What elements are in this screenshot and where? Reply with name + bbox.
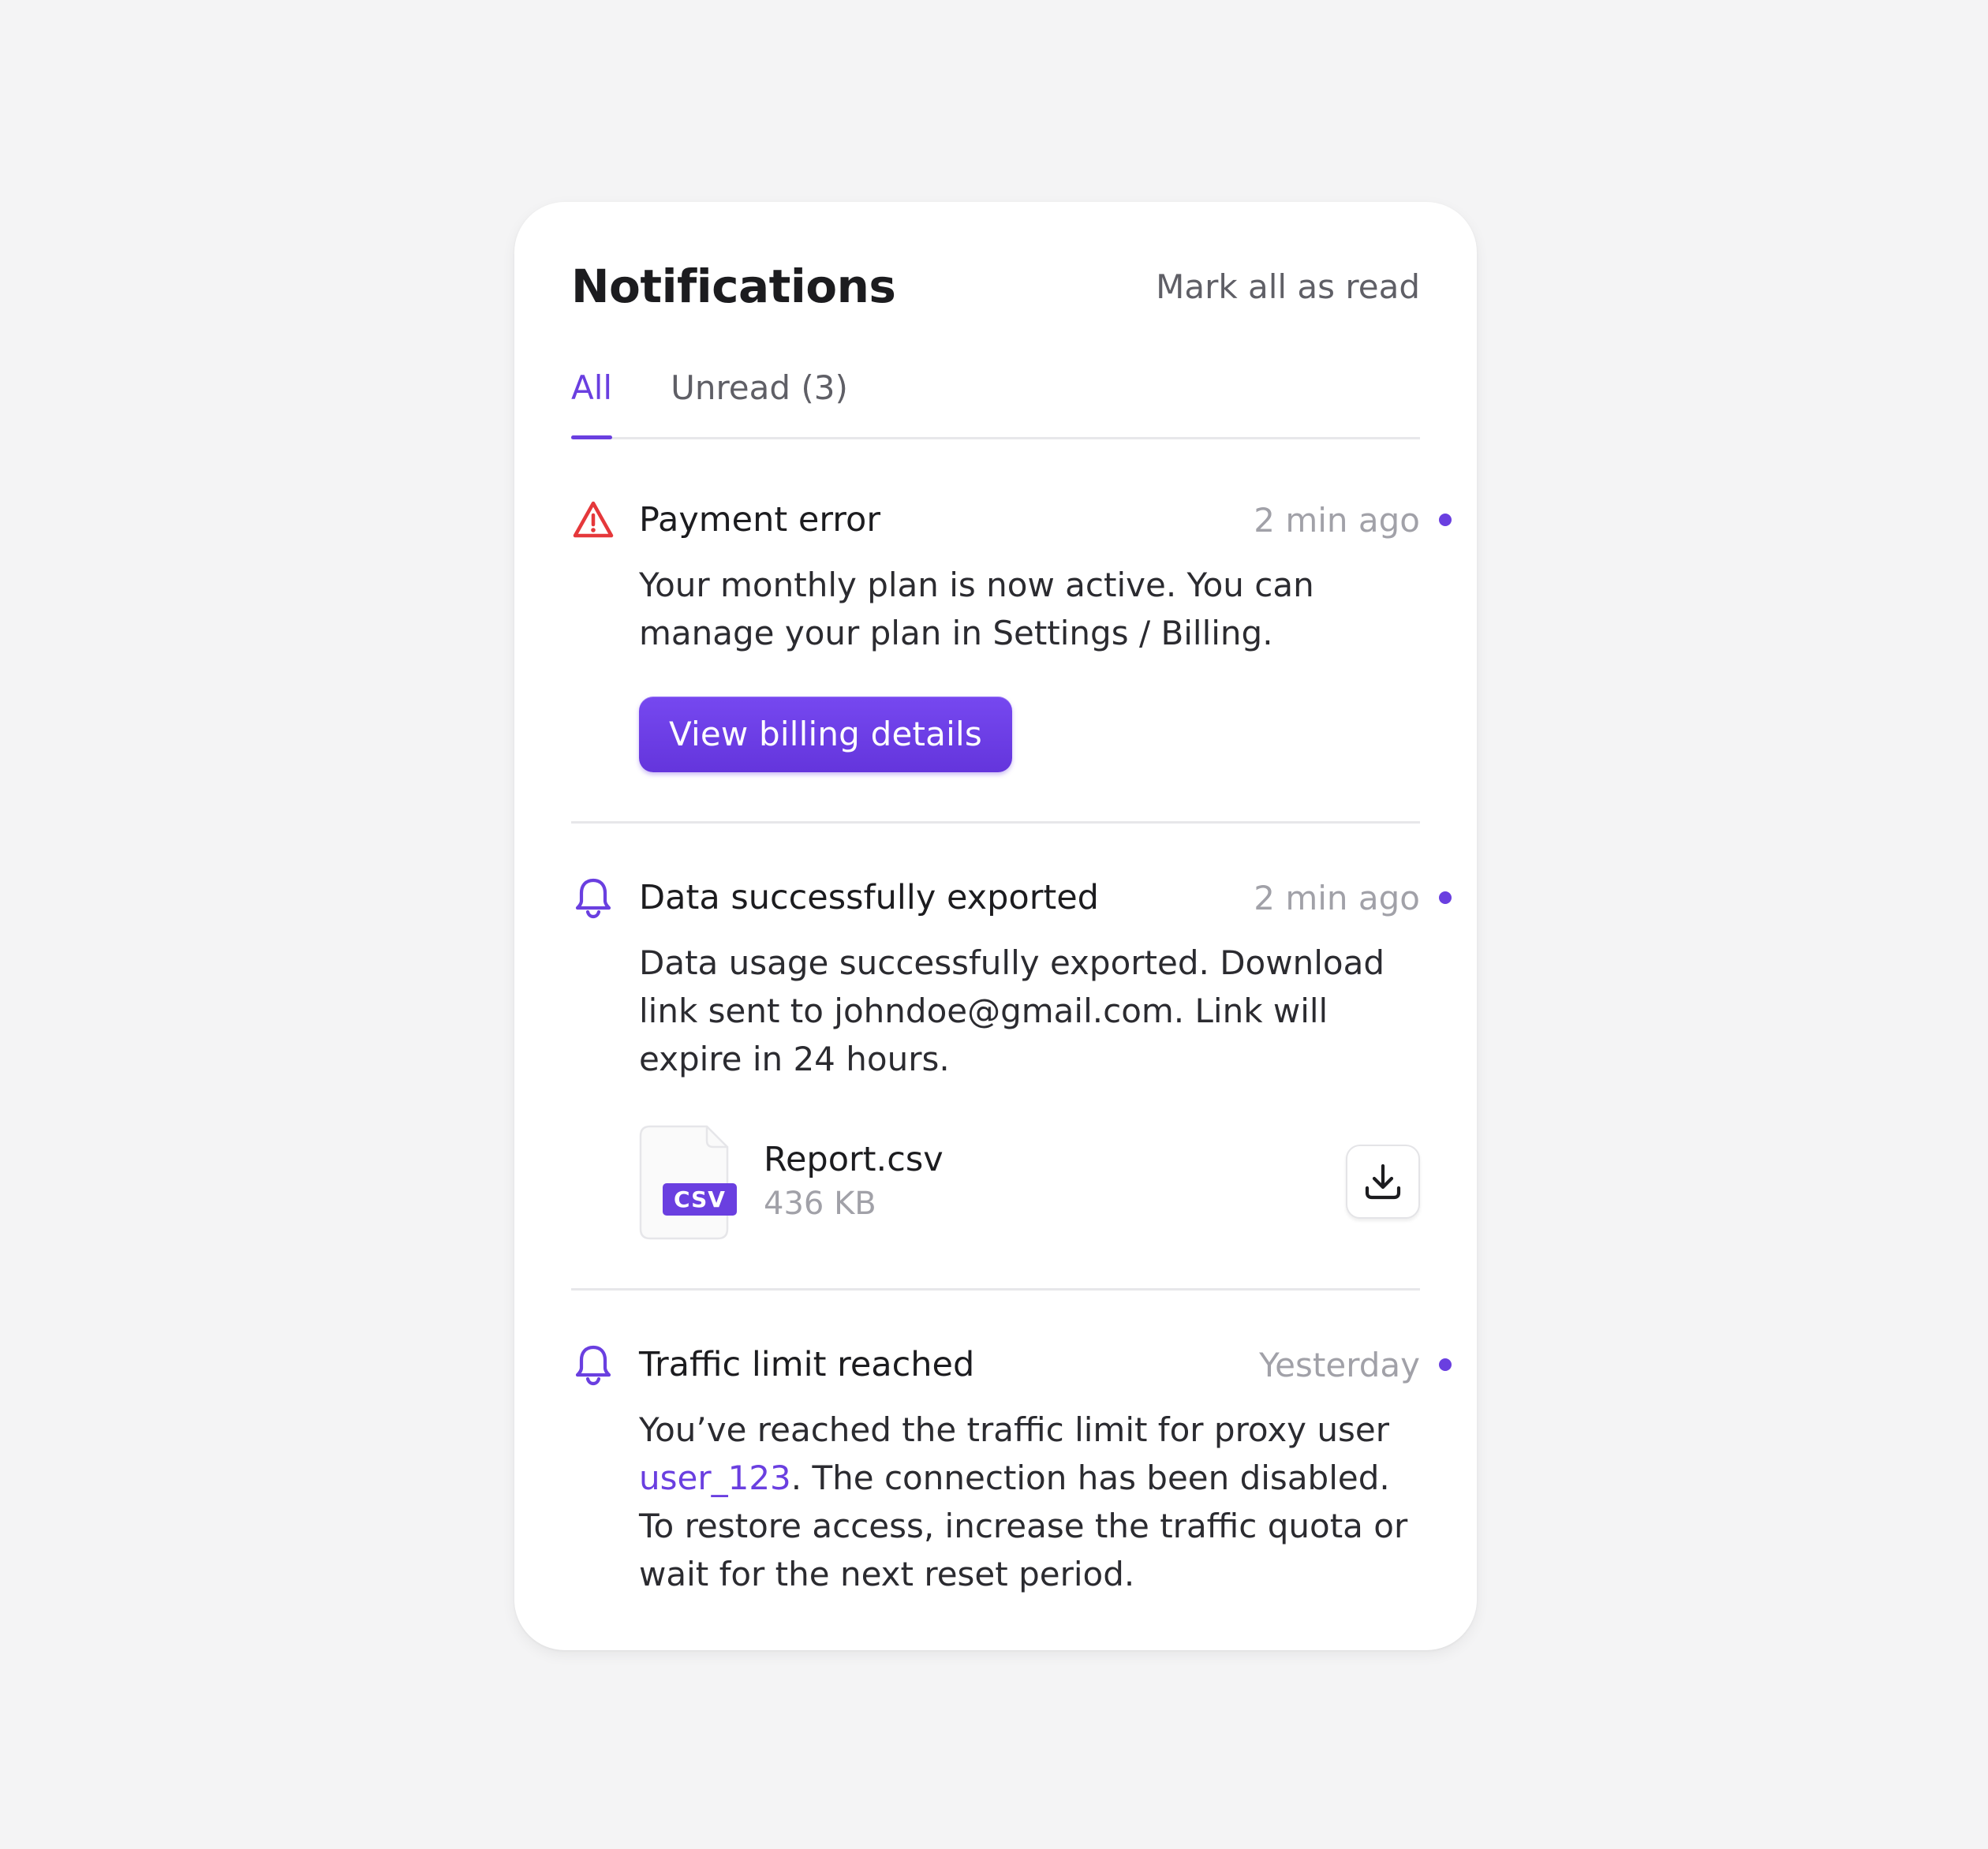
file-info: Report.csv 436 KB bbox=[764, 1137, 1346, 1226]
notification-title: Data successfully exported bbox=[639, 878, 1099, 917]
file-size: 436 KB bbox=[764, 1186, 876, 1222]
file-type-badge: CSV bbox=[663, 1183, 737, 1216]
notification-time: 2 min ago bbox=[1254, 500, 1420, 540]
warning-triangle-icon bbox=[571, 498, 615, 542]
notification-item-traffic-limit[interactable]: Traffic limit reached Yesterday You’ve r… bbox=[571, 1291, 1452, 1598]
download-icon bbox=[1365, 1164, 1401, 1200]
notification-title: Payment error bbox=[639, 500, 881, 540]
tab-unread[interactable]: Unread (3) bbox=[671, 368, 848, 437]
notification-time: 2 min ago bbox=[1254, 878, 1420, 917]
tab-all[interactable]: All bbox=[571, 368, 613, 439]
tab-bar: All Unread (3) bbox=[571, 342, 1420, 439]
view-billing-details-button[interactable]: View billing details bbox=[639, 697, 1012, 772]
proxy-user-link[interactable]: user_123 bbox=[639, 1459, 791, 1497]
csv-file-icon: CSV bbox=[639, 1125, 737, 1240]
panel-header: Notifications Mark all as read bbox=[571, 202, 1420, 342]
bell-icon bbox=[571, 1343, 615, 1387]
notification-header: Payment error 2 min ago bbox=[571, 496, 1452, 543]
notification-body: Data usage successfully exported. Downlo… bbox=[639, 943, 1384, 1078]
notification-header: Data successfully exported 2 min ago bbox=[571, 874, 1452, 921]
notification-title: Traffic limit reached bbox=[639, 1345, 975, 1384]
notification-body: You’ve reached the traffic limit for pro… bbox=[639, 1406, 1428, 1598]
panel-title: Notifications bbox=[571, 260, 896, 313]
bell-icon bbox=[571, 876, 615, 920]
mark-all-read-button[interactable]: Mark all as read bbox=[1156, 267, 1420, 306]
notification-item-data-exported[interactable]: Data successfully exported 2 min ago Dat… bbox=[571, 824, 1452, 1291]
unread-dot bbox=[1439, 1358, 1452, 1371]
notification-time: Yesterday bbox=[1259, 1345, 1420, 1384]
notification-item-payment-error[interactable]: Payment error 2 min ago Your monthly pla… bbox=[571, 439, 1452, 824]
file-name: Report.csv bbox=[764, 1140, 944, 1179]
unread-dot bbox=[1439, 891, 1452, 904]
notifications-panel: Notifications Mark all as read All Unrea… bbox=[514, 202, 1477, 1650]
body-text: You’ve reached the traffic limit for pro… bbox=[639, 1410, 1389, 1449]
download-button[interactable] bbox=[1346, 1145, 1420, 1219]
notification-header: Traffic limit reached Yesterday bbox=[571, 1341, 1452, 1388]
unread-dot bbox=[1439, 514, 1452, 526]
notification-body: Your monthly plan is now active. You can… bbox=[639, 566, 1314, 652]
file-attachment: CSV Report.csv 436 KB bbox=[639, 1124, 1420, 1240]
